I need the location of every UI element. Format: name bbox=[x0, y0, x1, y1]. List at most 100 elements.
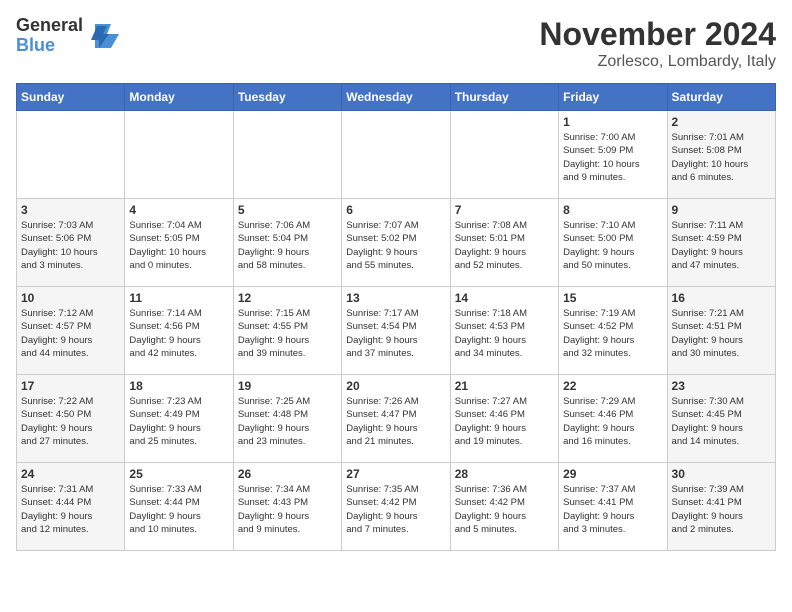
day-info: Sunrise: 7:19 AM Sunset: 4:52 PM Dayligh… bbox=[563, 307, 662, 360]
day-number: 16 bbox=[672, 291, 771, 305]
day-number: 8 bbox=[563, 203, 662, 217]
day-number: 15 bbox=[563, 291, 662, 305]
calendar-cell: 26 Sunrise: 7:34 AM Sunset: 4:43 PM Dayli… bbox=[233, 463, 341, 551]
calendar-week-4: 17 Sunrise: 7:22 AM Sunset: 4:50 PM Dayli… bbox=[17, 375, 776, 463]
day-number: 22 bbox=[563, 379, 662, 393]
calendar-cell: 10 Sunrise: 7:12 AM Sunset: 4:57 PM Dayli… bbox=[17, 287, 125, 375]
day-info: Sunrise: 7:25 AM Sunset: 4:48 PM Dayligh… bbox=[238, 395, 337, 448]
day-number: 27 bbox=[346, 467, 445, 481]
day-info: Sunrise: 7:00 AM Sunset: 5:09 PM Dayligh… bbox=[563, 131, 662, 184]
calendar-cell: 6 Sunrise: 7:07 AM Sunset: 5:02 PM Daylig… bbox=[342, 199, 450, 287]
calendar-cell: 18Sunrise: 7:23 AM Sunset: 4:49 PM Dayli… bbox=[125, 375, 233, 463]
calendar-week-2: 3Sunrise: 7:03 AM Sunset: 5:06 PM Daylig… bbox=[17, 199, 776, 287]
day-info: Sunrise: 7:39 AM Sunset: 4:41 PM Dayligh… bbox=[672, 483, 771, 536]
day-number: 6 bbox=[346, 203, 445, 217]
calendar-cell: 27 Sunrise: 7:35 AM Sunset: 4:42 PM Dayli… bbox=[342, 463, 450, 551]
calendar-cell: 2 Sunrise: 7:01 AM Sunset: 5:08 PM Daylig… bbox=[667, 111, 775, 199]
column-header-friday: Friday bbox=[559, 84, 667, 111]
day-info: Sunrise: 7:01 AM Sunset: 5:08 PM Dayligh… bbox=[672, 131, 771, 184]
day-number: 7 bbox=[455, 203, 554, 217]
day-info: Sunrise: 7:36 AM Sunset: 4:42 PM Dayligh… bbox=[455, 483, 554, 536]
day-number: 30 bbox=[672, 467, 771, 481]
calendar-cell: 30 Sunrise: 7:39 AM Sunset: 4:41 PM Dayli… bbox=[667, 463, 775, 551]
day-number: 26 bbox=[238, 467, 337, 481]
day-number: 20 bbox=[346, 379, 445, 393]
day-info: Sunrise: 7:15 AM Sunset: 4:55 PM Dayligh… bbox=[238, 307, 337, 360]
day-info: Sunrise: 7:14 AM Sunset: 4:56 PM Dayligh… bbox=[129, 307, 228, 360]
day-number: 10 bbox=[21, 291, 120, 305]
page-header: General Blue November 2024 Zorlesco, Lom… bbox=[16, 16, 776, 71]
calendar-cell: 12 Sunrise: 7:15 AM Sunset: 4:55 PM Dayli… bbox=[233, 287, 341, 375]
calendar-cell: 15 Sunrise: 7:19 AM Sunset: 4:52 PM Dayli… bbox=[559, 287, 667, 375]
day-number: 23 bbox=[672, 379, 771, 393]
day-number: 29 bbox=[563, 467, 662, 481]
day-number: 14 bbox=[455, 291, 554, 305]
location: Zorlesco, Lombardy, Italy bbox=[539, 53, 776, 71]
calendar-cell: 4Sunrise: 7:04 AM Sunset: 5:05 PM Daylig… bbox=[125, 199, 233, 287]
day-number: 3 bbox=[21, 203, 120, 217]
calendar-cell bbox=[342, 111, 450, 199]
column-header-saturday: Saturday bbox=[667, 84, 775, 111]
day-info: Sunrise: 7:11 AM Sunset: 4:59 PM Dayligh… bbox=[672, 219, 771, 272]
column-header-sunday: Sunday bbox=[17, 84, 125, 111]
day-info: Sunrise: 7:06 AM Sunset: 5:04 PM Dayligh… bbox=[238, 219, 337, 272]
day-info: Sunrise: 7:33 AM Sunset: 4:44 PM Dayligh… bbox=[129, 483, 228, 536]
column-header-tuesday: Tuesday bbox=[233, 84, 341, 111]
column-header-monday: Monday bbox=[125, 84, 233, 111]
calendar-cell: 23 Sunrise: 7:30 AM Sunset: 4:45 PM Dayli… bbox=[667, 375, 775, 463]
column-header-wednesday: Wednesday bbox=[342, 84, 450, 111]
calendar-cell bbox=[17, 111, 125, 199]
calendar-cell: 7 Sunrise: 7:08 AM Sunset: 5:01 PM Daylig… bbox=[450, 199, 558, 287]
day-info: Sunrise: 7:22 AM Sunset: 4:50 PM Dayligh… bbox=[21, 395, 120, 448]
calendar-header-row: SundayMondayTuesdayWednesdayThursdayFrid… bbox=[17, 84, 776, 111]
calendar-week-5: 24Sunrise: 7:31 AM Sunset: 4:44 PM Dayli… bbox=[17, 463, 776, 551]
day-info: Sunrise: 7:10 AM Sunset: 5:00 PM Dayligh… bbox=[563, 219, 662, 272]
calendar-cell: 17 Sunrise: 7:22 AM Sunset: 4:50 PM Dayli… bbox=[17, 375, 125, 463]
day-number: 19 bbox=[238, 379, 337, 393]
calendar-cell: 3Sunrise: 7:03 AM Sunset: 5:06 PM Daylig… bbox=[17, 199, 125, 287]
calendar-week-3: 10 Sunrise: 7:12 AM Sunset: 4:57 PM Dayli… bbox=[17, 287, 776, 375]
day-info: Sunrise: 7:34 AM Sunset: 4:43 PM Dayligh… bbox=[238, 483, 337, 536]
month-title: November 2024 bbox=[539, 16, 776, 53]
day-number: 25 bbox=[129, 467, 228, 481]
day-info: Sunrise: 7:29 AM Sunset: 4:46 PM Dayligh… bbox=[563, 395, 662, 448]
calendar-cell: 1 Sunrise: 7:00 AM Sunset: 5:09 PM Daylig… bbox=[559, 111, 667, 199]
logo-blue: Blue bbox=[16, 35, 55, 55]
day-number: 17 bbox=[21, 379, 120, 393]
day-number: 5 bbox=[238, 203, 337, 217]
calendar-cell: 28Sunrise: 7:36 AM Sunset: 4:42 PM Dayli… bbox=[450, 463, 558, 551]
day-number: 2 bbox=[672, 115, 771, 129]
day-info: Sunrise: 7:17 AM Sunset: 4:54 PM Dayligh… bbox=[346, 307, 445, 360]
day-info: Sunrise: 7:26 AM Sunset: 4:47 PM Dayligh… bbox=[346, 395, 445, 448]
day-info: Sunrise: 7:23 AM Sunset: 4:49 PM Dayligh… bbox=[129, 395, 228, 448]
calendar-cell: 24Sunrise: 7:31 AM Sunset: 4:44 PM Dayli… bbox=[17, 463, 125, 551]
day-info: Sunrise: 7:37 AM Sunset: 4:41 PM Dayligh… bbox=[563, 483, 662, 536]
logo-general: General bbox=[16, 15, 83, 35]
calendar-cell bbox=[233, 111, 341, 199]
day-number: 4 bbox=[129, 203, 228, 217]
logo: General Blue bbox=[16, 16, 119, 56]
calendar-cell: 5 Sunrise: 7:06 AM Sunset: 5:04 PM Daylig… bbox=[233, 199, 341, 287]
column-header-thursday: Thursday bbox=[450, 84, 558, 111]
day-info: Sunrise: 7:07 AM Sunset: 5:02 PM Dayligh… bbox=[346, 219, 445, 272]
calendar-cell: 29 Sunrise: 7:37 AM Sunset: 4:41 PM Dayli… bbox=[559, 463, 667, 551]
day-info: Sunrise: 7:35 AM Sunset: 4:42 PM Dayligh… bbox=[346, 483, 445, 536]
calendar-cell: 19 Sunrise: 7:25 AM Sunset: 4:48 PM Dayli… bbox=[233, 375, 341, 463]
day-info: Sunrise: 7:12 AM Sunset: 4:57 PM Dayligh… bbox=[21, 307, 120, 360]
calendar-cell: 8 Sunrise: 7:10 AM Sunset: 5:00 PM Daylig… bbox=[559, 199, 667, 287]
calendar-cell: 9Sunrise: 7:11 AM Sunset: 4:59 PM Daylig… bbox=[667, 199, 775, 287]
title-section: November 2024 Zorlesco, Lombardy, Italy bbox=[539, 16, 776, 71]
day-info: Sunrise: 7:08 AM Sunset: 5:01 PM Dayligh… bbox=[455, 219, 554, 272]
calendar-cell: 16Sunrise: 7:21 AM Sunset: 4:51 PM Dayli… bbox=[667, 287, 775, 375]
calendar-cell: 14Sunrise: 7:18 AM Sunset: 4:53 PM Dayli… bbox=[450, 287, 558, 375]
calendar-cell bbox=[450, 111, 558, 199]
calendar-cell bbox=[125, 111, 233, 199]
day-number: 1 bbox=[563, 115, 662, 129]
calendar-week-1: 1 Sunrise: 7:00 AM Sunset: 5:09 PM Daylig… bbox=[17, 111, 776, 199]
day-number: 21 bbox=[455, 379, 554, 393]
calendar-cell: 13Sunrise: 7:17 AM Sunset: 4:54 PM Dayli… bbox=[342, 287, 450, 375]
day-info: Sunrise: 7:30 AM Sunset: 4:45 PM Dayligh… bbox=[672, 395, 771, 448]
calendar-cell: 11Sunrise: 7:14 AM Sunset: 4:56 PM Dayli… bbox=[125, 287, 233, 375]
day-number: 12 bbox=[238, 291, 337, 305]
day-number: 24 bbox=[21, 467, 120, 481]
